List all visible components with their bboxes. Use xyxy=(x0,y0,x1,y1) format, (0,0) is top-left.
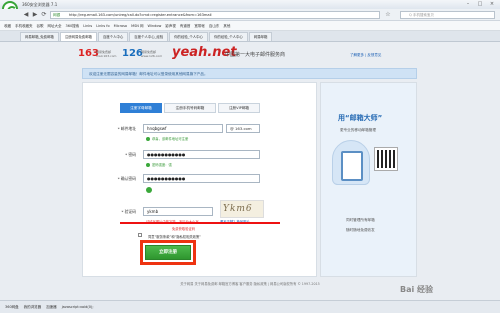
browser-tab[interactable]: 注册网易免费邮箱 xyxy=(59,32,97,41)
status-item: javascript:void(0); xyxy=(61,305,94,309)
browser-tab[interactable]: 百度个人中心_经验 xyxy=(129,32,169,41)
bookmark-item[interactable]: 手机收藏夹 xyxy=(15,21,33,30)
notice-banner: 欢迎注册无限容量的网易邮箱！邮件地址可以登录使用其他网易旗下产品。 xyxy=(82,68,417,79)
status-bar: 360网盘 我的浏览器 加速器 javascript:void(0); xyxy=(0,300,500,313)
qr-code-icon[interactable] xyxy=(374,147,398,171)
footer: 关于网易 关于网易免费邮 邮箱官方博客 客户服务 隐私政策 | 网易公司版权所有… xyxy=(180,282,320,286)
watermark: Bai 经验 xyxy=(400,285,434,294)
confirm-password-label: * 确认密码 xyxy=(117,176,136,181)
url-input[interactable]: 网银 http://reg.email.163.com/unireg/call.… xyxy=(50,11,380,19)
star-icon[interactable]: ☆ xyxy=(384,11,392,19)
bookmark-item[interactable]: Links fo xyxy=(96,21,109,30)
confirm-password-field[interactable]: ●●●●●●●●●●● xyxy=(143,174,260,183)
bookmark-item[interactable]: 收藏 xyxy=(4,21,11,30)
header-links[interactable]: 了解更多 | 反馈意见 xyxy=(350,53,381,58)
promo-subtitle: 更专业的移动邮箱管理 xyxy=(340,128,376,132)
email-field[interactable]: hnqbgswf xyxy=(143,124,223,133)
captcha-error[interactable]: 免费获取验证码 xyxy=(172,226,195,231)
confirm-check-icon xyxy=(146,187,152,193)
submit-button[interactable]: 立即注册 xyxy=(145,245,191,260)
status-item[interactable]: 我的浏览器 xyxy=(24,301,42,313)
password-strength: 密码强度：强 xyxy=(146,162,172,167)
bookmarks-bar: 收藏 手机收藏夹 谷歌 网址大全 360搜索 Links Links fo Microso MS… xyxy=(0,21,500,31)
bookmark-item[interactable]: 百山东 xyxy=(209,21,220,30)
phone-screen-icon xyxy=(341,151,363,181)
tab-register-vip[interactable]: 注册VIP邮箱 xyxy=(218,103,260,113)
tab-register-letter[interactable]: 注册字母邮箱 xyxy=(120,103,162,113)
maximize-button[interactable]: □ xyxy=(475,1,485,7)
brand-126-sub: 网易免费邮 www.126.com xyxy=(141,50,163,58)
browser-tab[interactable]: 你的经验_个人中心 xyxy=(208,32,248,41)
refresh-icon[interactable]: ⟳ xyxy=(40,11,48,19)
bookmark-item[interactable]: 其他 xyxy=(223,21,230,30)
promo-title: 用“邮箱大师” xyxy=(338,114,383,122)
brand-163-sub: 网易免费邮 mail.163.com xyxy=(96,50,117,58)
check-icon xyxy=(146,137,150,141)
bookmark-item[interactable]: Window xyxy=(148,21,162,30)
captcha-label: * 验证码 xyxy=(121,209,137,214)
captcha-input[interactable]: ykmb xyxy=(143,207,213,216)
captcha-image[interactable]: Ykm6 xyxy=(220,200,264,218)
tab-strip: 网易邮箱_免费邮箱 注册网易免费邮箱 百度个人中心 百度个人中心_经验 你的经验_个人中… xyxy=(0,31,500,42)
browser-tab[interactable]: 网易邮箱_免费邮箱 xyxy=(20,32,59,41)
browser-tab[interactable]: 百度个人中心 xyxy=(97,32,129,41)
password-label: * 密码 xyxy=(125,152,136,157)
forward-button[interactable]: ▶ xyxy=(31,11,39,19)
back-button[interactable]: ◀ xyxy=(22,11,30,19)
promo-feature-1: 同时管理所有邮箱 xyxy=(346,218,375,222)
bookmark-item[interactable]: Microso xyxy=(114,21,127,30)
agree-checkbox[interactable] xyxy=(138,233,142,237)
bookmark-item[interactable]: 360搜索 xyxy=(66,21,80,30)
bookmark-item[interactable]: 有道首 xyxy=(180,21,191,30)
brand-126-logo[interactable]: 126 xyxy=(122,48,143,59)
tab-register-mobile[interactable]: 注册手机号码邮箱 xyxy=(164,103,216,113)
bookmark-item[interactable]: Links xyxy=(83,21,92,30)
browser-tab[interactable]: 你的经验_个人中心 xyxy=(169,32,208,41)
browser-tab[interactable]: 网易邮箱 xyxy=(248,32,273,41)
email-label: * 邮件地址 xyxy=(117,126,136,131)
status-item[interactable]: 360网盘 xyxy=(5,301,19,313)
check-icon xyxy=(146,163,150,167)
agree-text[interactable]: 同意“服务条款”和“隐私权相关政策” xyxy=(148,234,201,239)
domain-select[interactable]: @ 163.com xyxy=(226,124,260,133)
bookmark-item[interactable]: 影声视 xyxy=(165,21,176,30)
email-hint: 恭喜，该邮件地址可注册 xyxy=(146,136,188,141)
status-item[interactable]: 加速器 xyxy=(46,301,57,313)
slogan: 中国第一大电子邮件服务商 xyxy=(225,52,286,58)
title-bar xyxy=(0,0,500,9)
search-input[interactable]: Q 手机搜索宝贝 xyxy=(400,11,495,19)
close-button[interactable]: × xyxy=(487,1,497,7)
promo-feature-2: 随时随地免费收发 xyxy=(346,228,375,232)
security-tag: 网银 xyxy=(53,13,61,17)
url-text: http://reg.email.163.com/unireg/call.do?… xyxy=(69,13,212,17)
minimize-button[interactable]: – xyxy=(463,1,473,7)
window-title: 360安全浏览器 7.1 xyxy=(22,2,58,7)
password-field[interactable]: ●●●●●●●●●●● xyxy=(143,150,260,159)
bookmark-item[interactable]: 网址大全 xyxy=(48,21,62,30)
bookmark-item[interactable]: 谷歌 xyxy=(37,21,44,30)
bookmark-item[interactable]: 宽带帐 xyxy=(194,21,205,30)
bookmark-item[interactable]: MSN 网 xyxy=(131,21,143,30)
red-underline xyxy=(120,222,280,224)
